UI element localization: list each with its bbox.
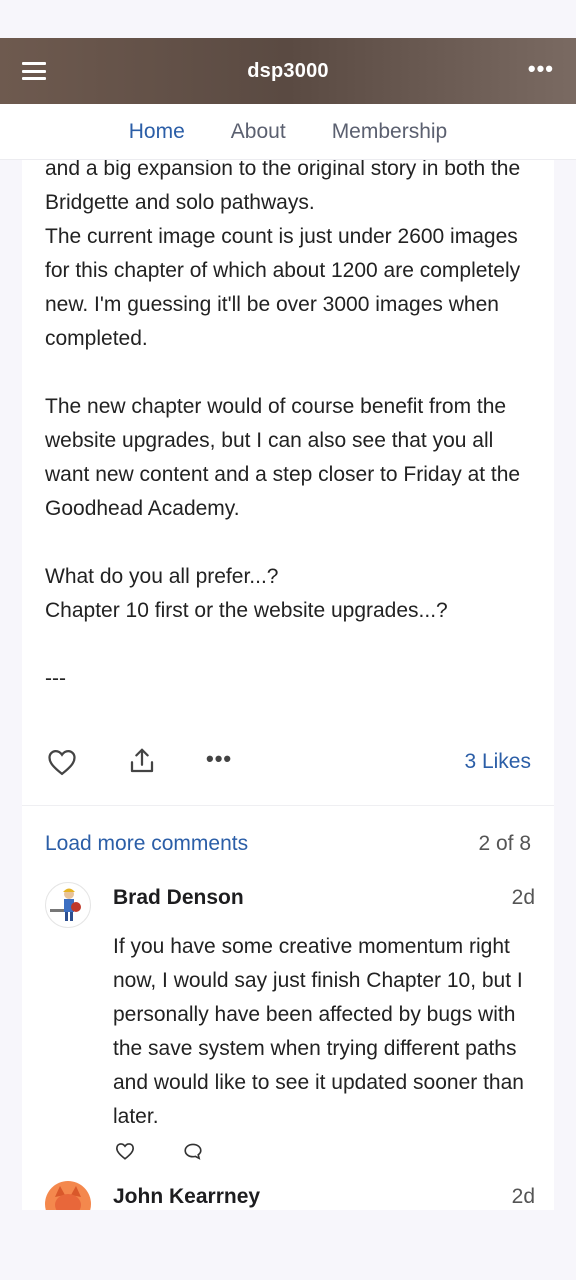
comment-author[interactable]: John Kearrney — [113, 1185, 260, 1209]
heart-icon[interactable] — [47, 748, 77, 776]
tab-membership[interactable]: Membership — [332, 120, 448, 144]
avatar[interactable] — [45, 1181, 91, 1210]
comments-count: 2 of 8 — [478, 832, 531, 855]
tab-about[interactable]: About — [231, 120, 286, 144]
share-icon[interactable] — [127, 746, 157, 776]
load-more-comments-link[interactable]: Load more comments — [45, 832, 248, 856]
divider — [22, 805, 554, 806]
avatar[interactable] — [45, 882, 91, 928]
app-bar: dsp3000 ••• — [0, 38, 576, 104]
status-bar — [0, 0, 576, 38]
comment-age: 2d — [511, 886, 535, 909]
comment: Brad Denson 2d If you have some creative… — [45, 882, 535, 1172]
more-icon[interactable]: ••• — [528, 58, 554, 80]
comment-reply-icon[interactable] — [183, 1142, 203, 1160]
hamburger-icon[interactable] — [22, 62, 46, 80]
tab-bar: Home About Membership — [0, 104, 576, 160]
tab-home[interactable]: Home — [129, 120, 185, 144]
comment-author[interactable]: Brad Denson — [113, 886, 244, 910]
more-options-icon[interactable]: ••• — [206, 746, 232, 772]
post-body: and a big expansion to the original stor… — [45, 160, 521, 690]
app-title: dsp3000 — [247, 59, 329, 82]
post-actions: ••• 3 Likes — [22, 746, 554, 786]
post-card: and a big expansion to the original stor… — [22, 160, 554, 1210]
likes-count[interactable]: 3 Likes — [464, 750, 531, 774]
comment-age: 2d — [511, 1185, 535, 1208]
comment-text: If you have some creative momentum right… — [113, 935, 524, 1128]
comment: John Kearrney 2d — [45, 1181, 535, 1210]
comment-heart-icon[interactable] — [115, 1142, 135, 1160]
navigation-bar — [0, 1210, 576, 1280]
